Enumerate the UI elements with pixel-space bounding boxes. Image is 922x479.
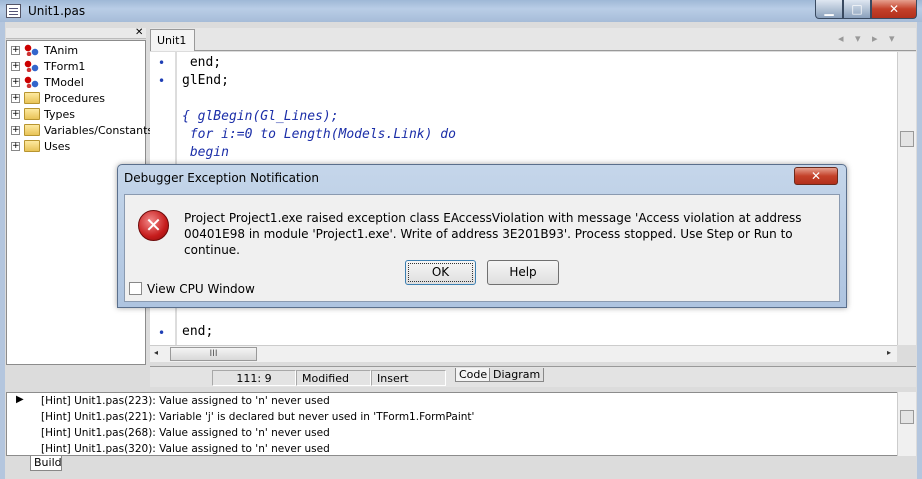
folder-icon <box>24 124 40 136</box>
code-line: for i:=0 to Length(Models.Link) do <box>182 127 456 142</box>
breakpoint-dot-icon[interactable]: • <box>158 56 165 70</box>
tree-item-label: TAnim <box>44 44 79 57</box>
expand-icon[interactable]: + <box>11 94 20 103</box>
code-line: end; <box>182 324 214 339</box>
code-line: { glBegin(Gl_Lines); <box>182 109 339 124</box>
exception-message: Project Project1.exe raised exception cl… <box>184 211 802 257</box>
expand-icon[interactable]: + <box>11 110 20 119</box>
class-icon <box>24 60 40 72</box>
tab-unit1[interactable]: Unit1 <box>150 29 195 51</box>
navigation-arrows[interactable]: ◂ ▾ ▸ ▾ <box>838 32 914 48</box>
editor-vertical-scrollbar[interactable] <box>897 52 916 345</box>
messages-scrollbar[interactable] <box>897 392 916 456</box>
tree-item-label: Types <box>44 108 75 121</box>
close-button[interactable]: ✕ <box>871 0 917 19</box>
tree-item-label: Uses <box>44 140 71 153</box>
tree-close-icon[interactable]: ✕ <box>135 28 145 38</box>
tab-build[interactable]: Build <box>30 456 62 471</box>
scroll-right-icon[interactable]: ▸ <box>887 348 891 357</box>
window-title: Unit1.pas <box>28 4 86 18</box>
message-item[interactable]: [Hint] Unit1.pas(268): Value assigned to… <box>41 427 330 439</box>
tab-diagram[interactable]: Diagram <box>489 368 545 382</box>
tree-item-label: Variables/Constants <box>44 124 154 137</box>
message-item[interactable]: [Hint] Unit1.pas(320): Value assigned to… <box>41 443 330 455</box>
expand-icon[interactable]: + <box>11 62 20 71</box>
folder-icon <box>24 140 40 152</box>
expand-icon[interactable]: + <box>11 78 20 87</box>
view-cpu-window-checkbox[interactable] <box>129 282 142 295</box>
breakpoint-dot-icon[interactable]: • <box>158 326 165 340</box>
expand-icon[interactable]: + <box>11 126 20 135</box>
dialog-close-button[interactable]: ✕ <box>794 167 838 185</box>
vertical-scroll-thumb[interactable] <box>900 131 914 147</box>
message-item[interactable]: [Hint] Unit1.pas(221): Variable 'j' is d… <box>41 411 474 423</box>
class-icon <box>24 44 40 56</box>
help-button[interactable]: Help <box>487 260 559 285</box>
tree-item-label: TModel <box>44 76 84 89</box>
expand-icon[interactable]: + <box>11 46 20 55</box>
tree-header <box>6 28 146 39</box>
view-cpu-window-label[interactable]: View CPU Window <box>147 282 255 296</box>
expand-icon[interactable]: + <box>11 142 20 151</box>
messages-panel[interactable]: [Hint] Unit1.pas(223): Value assigned to… <box>6 392 916 456</box>
cursor-position: 111: 9 <box>212 370 296 386</box>
code-line: begin <box>182 145 229 160</box>
dialog-title: Debugger Exception Notification <box>124 171 319 185</box>
editor-horizontal-scrollbar[interactable] <box>150 345 897 362</box>
scroll-left-icon[interactable]: ◂ <box>154 348 158 357</box>
horizontal-scroll-thumb[interactable]: III <box>170 347 257 361</box>
code-line: glEnd; <box>182 73 229 88</box>
ok-button[interactable]: OK <box>405 260 476 285</box>
message-item[interactable]: [Hint] Unit1.pas(223): Value assigned to… <box>41 395 330 407</box>
insert-mode-status: Insert <box>371 370 446 386</box>
messages-scroll-thumb[interactable] <box>900 410 914 424</box>
tree-item-label: Procedures <box>44 92 105 105</box>
folder-icon <box>24 92 40 104</box>
title-bar[interactable] <box>0 0 922 22</box>
maximize-button[interactable]: □ <box>843 0 871 19</box>
modified-status: Modified <box>296 370 371 386</box>
current-message-arrow-icon: ▶ <box>16 394 24 405</box>
tab-code[interactable]: Code <box>455 368 492 382</box>
editor-tabstrip <box>150 28 916 51</box>
code-line: end; <box>182 55 222 70</box>
error-icon: ✕ <box>138 210 169 241</box>
class-icon <box>24 76 40 88</box>
breakpoint-dot-icon[interactable]: • <box>158 74 165 88</box>
tree-item-label: TForm1 <box>44 60 86 73</box>
folder-icon <box>24 108 40 120</box>
app-icon[interactable] <box>6 4 21 18</box>
minimize-button[interactable]: ▁ <box>815 0 843 19</box>
